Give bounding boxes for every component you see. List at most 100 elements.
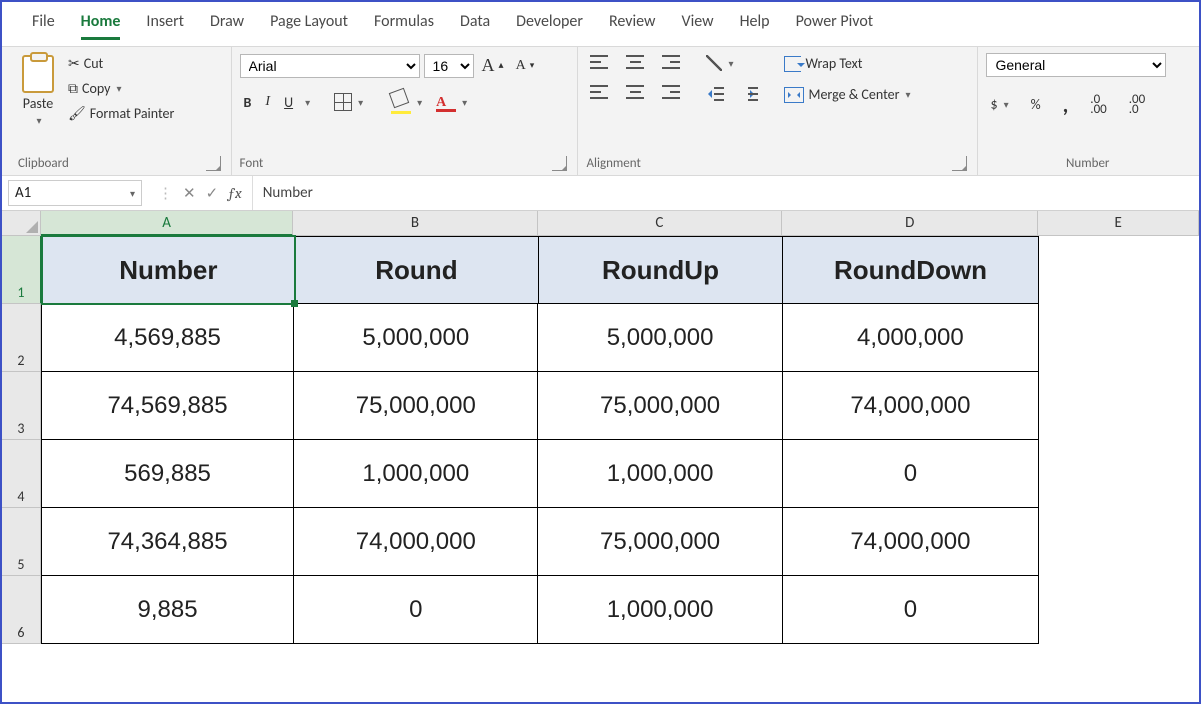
cell-C3[interactable]: 75,000,000 — [538, 372, 782, 440]
decrease-indent-button[interactable] — [702, 85, 728, 103]
confirm-formula-button[interactable]: ✓ — [206, 184, 219, 203]
align-center-button[interactable] — [622, 83, 648, 101]
orientation-button[interactable]: ▾ — [702, 53, 737, 73]
more-icon[interactable]: ⋮ — [158, 184, 173, 203]
row-header-3[interactable]: 3 — [2, 372, 41, 440]
align-left-icon — [590, 85, 608, 99]
col-header-c[interactable]: C — [538, 211, 782, 235]
chevron-down-icon: ▾ — [36, 114, 41, 127]
number-format-select[interactable]: General — [986, 53, 1166, 77]
cell-C1[interactable]: RoundUp — [539, 236, 783, 304]
cell-A2[interactable]: 4,569,885 — [41, 304, 294, 372]
cell-B5[interactable]: 74,000,000 — [294, 508, 538, 576]
tab-file[interactable]: File — [32, 12, 55, 40]
tab-draw[interactable]: Draw — [210, 12, 244, 40]
merge-center-button[interactable]: Merge & Center ▾ — [780, 84, 914, 105]
cell-B4[interactable]: 1,000,000 — [294, 440, 538, 508]
cell-B3[interactable]: 75,000,000 — [294, 372, 538, 440]
row-header-4[interactable]: 4 — [2, 440, 41, 508]
cell-C4[interactable]: 1,000,000 — [538, 440, 782, 508]
select-all-button[interactable] — [2, 211, 41, 235]
cell-B6[interactable]: 0 — [294, 576, 538, 644]
cell-D3[interactable]: 74,000,000 — [783, 372, 1039, 440]
formula-content[interactable]: Number — [253, 184, 323, 202]
row-header-6[interactable]: 6 — [2, 576, 41, 644]
shrink-font-button[interactable]: A▾ — [512, 56, 539, 76]
cell-A1[interactable]: Number — [42, 236, 295, 304]
col-header-e[interactable]: E — [1038, 211, 1199, 235]
increase-indent-button[interactable] — [736, 85, 762, 103]
col-header-b[interactable]: B — [293, 211, 537, 235]
copy-button[interactable]: ⧉ Copy ▾ — [64, 78, 178, 99]
cell-C6[interactable]: 1,000,000 — [538, 576, 782, 644]
tab-power-pivot[interactable]: Power Pivot — [796, 12, 874, 40]
cell-D6[interactable]: 0 — [783, 576, 1039, 644]
cell-D1[interactable]: RoundDown — [783, 236, 1039, 304]
tab-view[interactable]: View — [681, 12, 713, 40]
font-size-select[interactable]: 16 — [424, 54, 474, 78]
tab-insert[interactable]: Insert — [146, 12, 184, 40]
col-header-d[interactable]: D — [782, 211, 1038, 235]
paste-label: Paste — [23, 95, 53, 112]
tab-developer[interactable]: Developer — [516, 12, 583, 40]
cell-D2[interactable]: 4,000,000 — [783, 304, 1039, 372]
cell-A4[interactable]: 569,885 — [41, 440, 294, 508]
comma-format-button[interactable]: , — [1059, 89, 1073, 120]
bold-button[interactable]: B — [240, 92, 256, 113]
copy-icon: ⧉ — [68, 80, 78, 97]
accounting-format-button[interactable]: $▾ — [986, 94, 1012, 115]
decrease-decimal-button[interactable]: .00.0 — [1125, 93, 1149, 117]
grow-font-button[interactable]: A▴ — [478, 53, 508, 78]
align-top-button[interactable] — [586, 53, 612, 71]
chevron-down-icon: ▾ — [462, 96, 467, 109]
fill-color-button[interactable]: ▾ — [387, 88, 426, 116]
dialog-launcher-icon[interactable] — [552, 156, 567, 171]
align-bottom-button[interactable] — [658, 53, 684, 71]
group-label: Clipboard — [18, 156, 69, 171]
format-painter-button[interactable]: 🖌 Format Painter — [64, 103, 178, 124]
italic-button[interactable]: I — [261, 92, 274, 112]
align-right-button[interactable] — [658, 83, 684, 101]
cell-A5[interactable]: 74,364,885 — [41, 508, 294, 576]
cell-C5[interactable]: 75,000,000 — [538, 508, 782, 576]
tab-data[interactable]: Data — [460, 12, 490, 40]
font-color-button[interactable]: A▾ — [432, 91, 471, 114]
tab-page-layout[interactable]: Page Layout — [270, 12, 348, 40]
underline-button[interactable]: U — [280, 92, 297, 113]
row-header-5[interactable]: 5 — [2, 508, 41, 576]
col-header-a[interactable]: A — [41, 211, 293, 236]
align-middle-button[interactable] — [622, 53, 648, 71]
wrap-text-button[interactable]: Wrap Text — [780, 53, 914, 74]
chevron-down-icon[interactable]: ▾ — [305, 96, 310, 109]
tab-review[interactable]: Review — [609, 12, 656, 40]
cut-button[interactable]: ✂ Cut — [64, 53, 178, 74]
cell-B1[interactable]: Round — [295, 236, 539, 304]
cell-D5[interactable]: 74,000,000 — [783, 508, 1039, 576]
cell-C2[interactable]: 5,000,000 — [538, 304, 782, 372]
fx-icon[interactable]: ƒx — [228, 184, 242, 202]
menu-tabs: File Home Insert Draw Page Layout Formul… — [2, 2, 1199, 46]
name-box[interactable]: A1 ▾ — [8, 180, 142, 206]
cell-A6[interactable]: 9,885 — [41, 576, 294, 644]
tab-home[interactable]: Home — [81, 12, 121, 40]
increase-decimal-button[interactable]: .0.00 — [1086, 93, 1110, 117]
cancel-formula-button[interactable]: ✕ — [183, 184, 196, 203]
align-left-button[interactable] — [586, 83, 612, 101]
cell-A3[interactable]: 74,569,885 — [41, 372, 294, 440]
row-header-2[interactable]: 2 — [2, 304, 41, 372]
paste-button[interactable]: Paste ▾ — [18, 53, 58, 129]
cell-B2[interactable]: 5,000,000 — [294, 304, 538, 372]
dialog-launcher-icon[interactable] — [952, 156, 967, 171]
cell-D4[interactable]: 0 — [783, 440, 1039, 508]
dialog-launcher-icon[interactable] — [206, 156, 221, 171]
wrap-text-icon — [784, 56, 801, 72]
row-header-1[interactable]: 1 — [2, 236, 42, 304]
percent-format-button[interactable]: % — [1027, 94, 1045, 115]
tab-formulas[interactable]: Formulas — [374, 12, 434, 40]
increase-decimal-icon: .0.00 — [1090, 95, 1106, 115]
borders-button[interactable]: ▾ — [330, 91, 367, 113]
font-name-select[interactable]: Arial — [240, 54, 420, 78]
group-alignment: ▾ Wrap Text Merge & Center ▾ Alig — [578, 47, 978, 175]
cell-reference: A1 — [15, 184, 31, 202]
tab-help[interactable]: Help — [740, 12, 770, 40]
